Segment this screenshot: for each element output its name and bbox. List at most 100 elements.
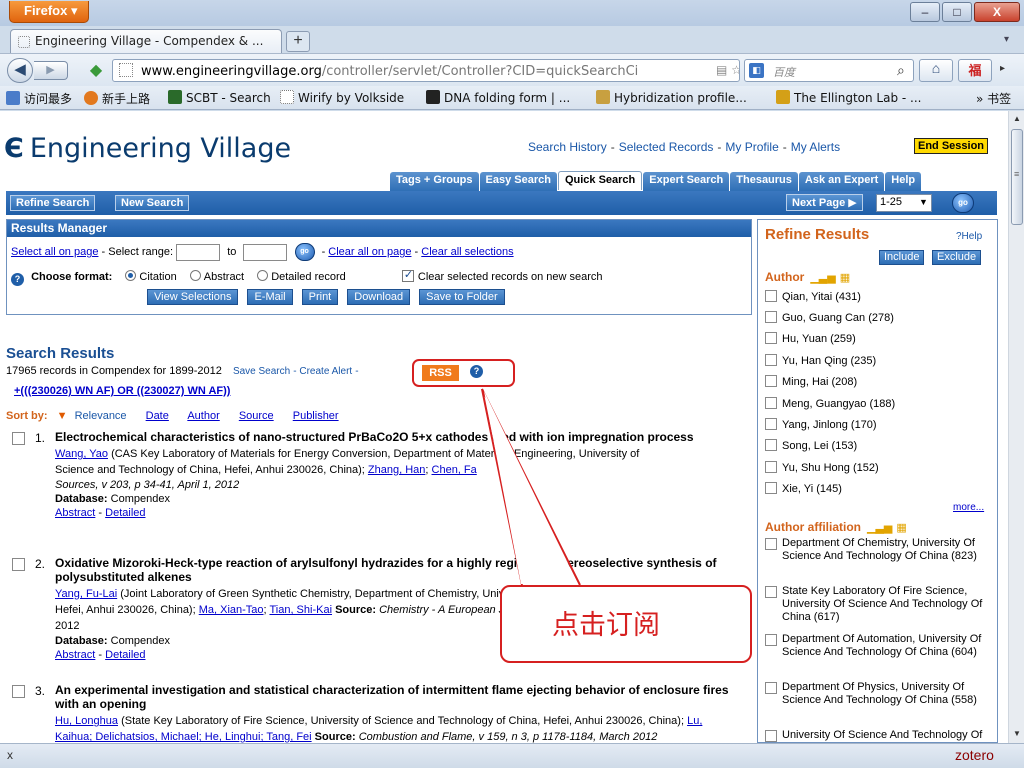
result-range-select[interactable]: 1-25 ▼ — [876, 194, 932, 212]
range-to-input[interactable] — [243, 243, 288, 261]
sort-publisher[interactable]: Publisher — [293, 410, 339, 422]
facet-checkbox[interactable] — [765, 354, 777, 366]
author-facet-item[interactable]: Yu, Han Qing (235) — [765, 354, 993, 367]
author-link[interactable]: Lu, — [687, 715, 702, 727]
facet-checkbox[interactable] — [765, 482, 777, 494]
tab-engineering-village[interactable]: Engineering Village - Compendex & ... — [10, 29, 282, 53]
search-query[interactable]: +(((230026) WN AF) OR ((230027) WN AF)) — [14, 385, 230, 397]
my-profile-link[interactable]: My Profile — [725, 140, 778, 154]
author-facet-item[interactable]: Yu, Shu Hong (152) — [765, 461, 993, 474]
search-engine-icon[interactable]: ◧ — [749, 63, 764, 78]
bookmark-item[interactable]: 访问最多 — [6, 90, 72, 107]
result-checkbox[interactable] — [12, 685, 25, 698]
overflow-icon[interactable]: ▸ — [1000, 63, 1005, 74]
facet-checkbox[interactable] — [765, 634, 777, 646]
facet-checkbox[interactable] — [765, 332, 777, 344]
search-icon[interactable]: ⌕ — [897, 62, 905, 79]
facet-checkbox[interactable] — [765, 311, 777, 323]
author-link[interactable]: Yang, Fu-Lai — [55, 588, 117, 600]
bookmark-item[interactable]: SCBT - Search — [168, 90, 271, 105]
result-checkbox[interactable] — [12, 558, 25, 571]
bookmark-item[interactable]: DNA folding form | ... — [426, 90, 570, 105]
author-link[interactable]: Kaihua; Delichatsios, Michael; He, Lingh… — [55, 731, 312, 743]
bookmark-item[interactable]: Wirify by Volkside — [280, 90, 404, 105]
affiliation-facet-item[interactable]: University Of Science And Technology Of … — [765, 729, 993, 742]
author-facet-item[interactable]: Song, Lei (153) — [765, 439, 993, 452]
detailed-record-radio[interactable] — [257, 270, 269, 281]
abstract-link[interactable]: Abstract — [55, 507, 95, 519]
refine-search-button[interactable]: Refine Search — [10, 195, 96, 211]
close-addon-bar-icon[interactable]: x — [7, 748, 13, 762]
bookmark-item[interactable]: The Ellington Lab - ... — [776, 90, 921, 105]
author-link[interactable]: Ma, Xian-Tao — [199, 604, 264, 616]
facet-checkbox[interactable] — [765, 538, 777, 550]
tab-expert-search[interactable]: Expert Search — [643, 172, 730, 191]
home-icon[interactable]: ⌂ — [919, 59, 953, 82]
facet-checkbox[interactable] — [765, 290, 777, 302]
facet-checkbox[interactable] — [765, 439, 777, 451]
detailed-link[interactable]: Detailed — [105, 649, 145, 661]
facet-checkbox[interactable] — [765, 375, 777, 387]
affiliation-facet-item[interactable]: Department Of Physics, University Of Sci… — [765, 681, 993, 707]
create-alert-link[interactable]: Create Alert — [299, 366, 352, 377]
author-facet-item[interactable]: Qian, Yitai (431) — [765, 290, 993, 303]
tab-tags-groups[interactable]: Tags + Groups — [390, 172, 479, 191]
new-tab-button[interactable]: + — [286, 31, 310, 52]
abstract-link[interactable]: Abstract — [55, 649, 95, 661]
search-history-link[interactable]: Search History — [528, 140, 607, 154]
author-facet-heading[interactable]: Author ▁▃▅ ▦ — [765, 270, 850, 284]
minimize-button[interactable]: – — [910, 2, 940, 22]
clear-all-link[interactable]: Clear all on page — [328, 246, 411, 258]
facet-checkbox[interactable] — [765, 461, 777, 473]
facet-checkbox[interactable] — [765, 682, 777, 694]
affiliation-facet-item[interactable]: State Key Laboratory Of Fire Science, Un… — [765, 585, 993, 624]
search-box[interactable]: ◧ 百度 ⌕ — [744, 59, 914, 82]
next-page-button[interactable]: Next Page ▶ — [786, 194, 863, 211]
clear-on-new-checkbox[interactable] — [401, 268, 414, 282]
addon-icon[interactable]: 福 — [958, 59, 992, 82]
close-button[interactable]: X — [974, 2, 1020, 22]
author-link[interactable]: Wang, Yao — [55, 448, 108, 460]
exclude-button[interactable]: Exclude — [932, 250, 982, 265]
tab-help[interactable]: Help — [885, 172, 922, 191]
save-to-folder-button[interactable]: Save to Folder — [419, 289, 505, 305]
detailed-link[interactable]: Detailed — [105, 507, 145, 519]
url-bar-icons[interactable]: ▤ ☆ ▽ C — [714, 63, 739, 77]
help-icon[interactable]: ? — [11, 273, 24, 286]
facet-checkbox[interactable] — [765, 730, 777, 742]
tab-quick-search[interactable]: Quick Search — [557, 171, 643, 190]
range-from-input[interactable] — [176, 243, 221, 261]
refine-help-link[interactable]: ?Help — [956, 231, 982, 242]
url-bar[interactable]: www.engineeringvillage.org/controller/se… — [112, 59, 740, 82]
tab-ask-an-expert[interactable]: Ask an Expert — [798, 172, 885, 191]
forward-icon[interactable]: ▶ — [34, 61, 68, 80]
author-link[interactable]: Hu, Longhua — [55, 715, 118, 727]
scroll-up-icon[interactable]: ▲ — [1013, 114, 1021, 123]
author-facet-item[interactable]: Guo, Guang Can (278) — [765, 311, 993, 324]
bar-chart-icon[interactable]: ▁▃▅ — [810, 272, 835, 284]
abstract-radio[interactable] — [189, 270, 201, 281]
author-link[interactable]: Zhang, Han — [368, 464, 425, 476]
addon-green-icon[interactable]: ◆ — [86, 60, 106, 80]
view-selections-button[interactable]: View Selections — [147, 289, 239, 305]
affiliation-facet-heading[interactable]: Author affiliation ▁▃▅ ▦ — [765, 520, 907, 534]
author-link[interactable]: Tian, Shi-Kai — [269, 604, 332, 616]
author-facet-item[interactable]: Hu, Yuan (259) — [765, 332, 993, 345]
back-icon[interactable]: ◀ — [7, 58, 33, 83]
help-icon[interactable]: ? — [470, 365, 483, 378]
sort-author[interactable]: Author — [187, 410, 219, 422]
go-button[interactable]: go — [294, 243, 315, 261]
sort-date[interactable]: Date — [146, 410, 169, 422]
facet-checkbox[interactable] — [765, 418, 777, 430]
tab-easy-search[interactable]: Easy Search — [479, 172, 557, 191]
end-session-button[interactable]: End Session — [914, 138, 989, 154]
author-facet-item[interactable]: Xie, Yi (145) — [765, 482, 993, 495]
bar-chart-icon[interactable]: ▁▃▅ — [867, 522, 892, 534]
tab-list-button[interactable]: ▾ — [1004, 34, 1009, 45]
site-identity-icon[interactable] — [119, 63, 133, 77]
bookmark-item[interactable]: Hybridization profile... — [596, 90, 747, 105]
vertical-scrollbar[interactable]: ▲ ≡ ▼ — [1008, 111, 1024, 743]
download-button[interactable]: Download — [347, 289, 411, 305]
maximize-button[interactable]: □ — [942, 2, 972, 22]
sort-relevance[interactable]: Relevance — [75, 410, 127, 422]
